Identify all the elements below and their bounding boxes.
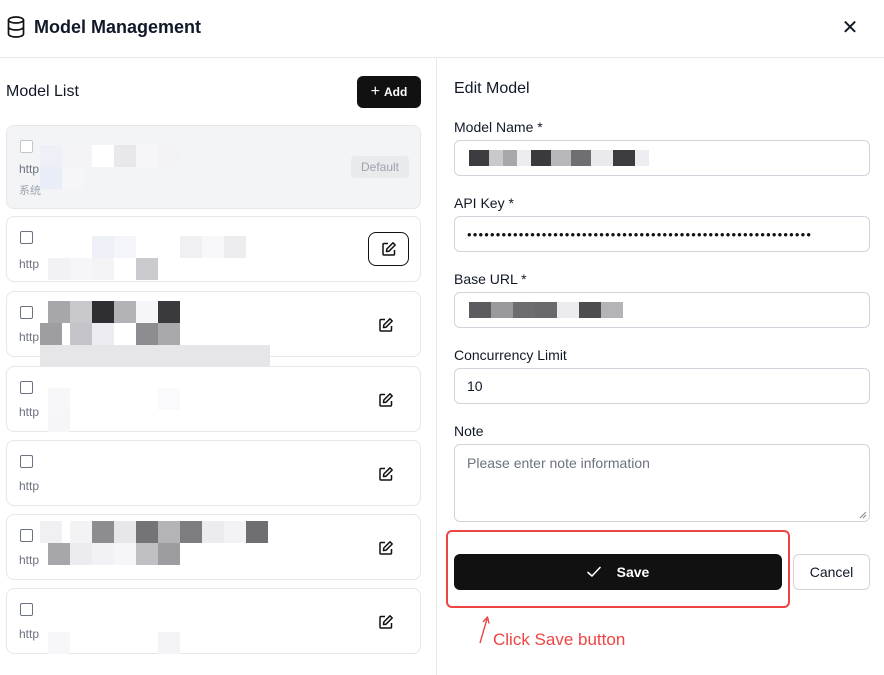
model-checkbox[interactable] [20,603,33,616]
note-field[interactable]: Please enter note information [454,444,870,522]
save-button-label: Save [616,564,650,580]
redacted-area [40,301,270,367]
model-checkbox[interactable] [20,529,33,542]
model-url: http [19,479,40,493]
api-key-field[interactable]: ••••••••••••••••••••••••••••••••••••••••… [454,216,870,252]
default-badge: Default [351,156,409,178]
model-list-panel: Model List + Add http 系统 Default http ht… [0,59,437,675]
edit-icon[interactable] [368,232,409,266]
redacted-area [40,366,270,432]
model-checkbox[interactable] [20,231,33,244]
model-url: http [19,257,40,271]
note-label: Note [454,423,484,439]
concurrency-limit-label: Concurrency Limit [454,347,567,363]
redacted-area [40,514,270,580]
arrow-up-icon [479,616,490,644]
save-button[interactable]: Save [454,554,782,590]
database-icon [7,16,25,38]
note-placeholder: Please enter note information [467,455,650,471]
dialog-header: Model Management ✕ [0,0,884,58]
plus-icon: + [370,83,380,100]
redacted-area [40,125,270,209]
redacted-area [469,293,623,327]
resize-handle-icon[interactable] [859,511,867,519]
add-button-label: Add [384,85,408,99]
model-checkbox[interactable] [20,140,33,153]
redacted-area [40,216,270,282]
model-checkbox[interactable] [20,306,33,319]
redacted-area [469,141,649,175]
model-checkbox[interactable] [20,381,33,394]
edit-model-title: Edit Model [454,80,530,97]
model-checkbox[interactable] [20,455,33,468]
close-icon[interactable]: ✕ [838,15,862,39]
edit-icon[interactable] [373,312,399,338]
edit-model-panel: Edit Model Model Name * API Key * ••••••… [438,59,884,675]
annotation-text: Click Save button [493,630,626,649]
model-name-label: Model Name * [454,119,543,135]
model-description: 系统 [19,185,41,197]
edit-icon[interactable] [373,387,399,413]
cancel-button[interactable]: Cancel [793,554,870,590]
edit-icon[interactable] [373,609,399,635]
concurrency-limit-field[interactable]: 10 [454,368,870,404]
model-url: http [19,330,40,344]
model-name-field[interactable] [454,140,870,176]
add-model-button[interactable]: + Add [357,76,421,108]
base-url-label: Base URL * [454,271,527,287]
redacted-area [40,588,270,654]
api-key-label: API Key * [454,195,514,211]
edit-icon[interactable] [373,461,399,487]
base-url-field[interactable] [454,292,870,328]
edit-icon[interactable] [373,535,399,561]
model-url: http [19,405,40,419]
model-url: http [19,627,40,641]
dialog-title: Model Management [34,17,202,37]
check-icon [586,566,601,577]
redacted-area [40,440,270,506]
model-url: http [19,553,40,567]
model-list-title: Model List [6,83,79,100]
model-url: http [19,162,40,176]
